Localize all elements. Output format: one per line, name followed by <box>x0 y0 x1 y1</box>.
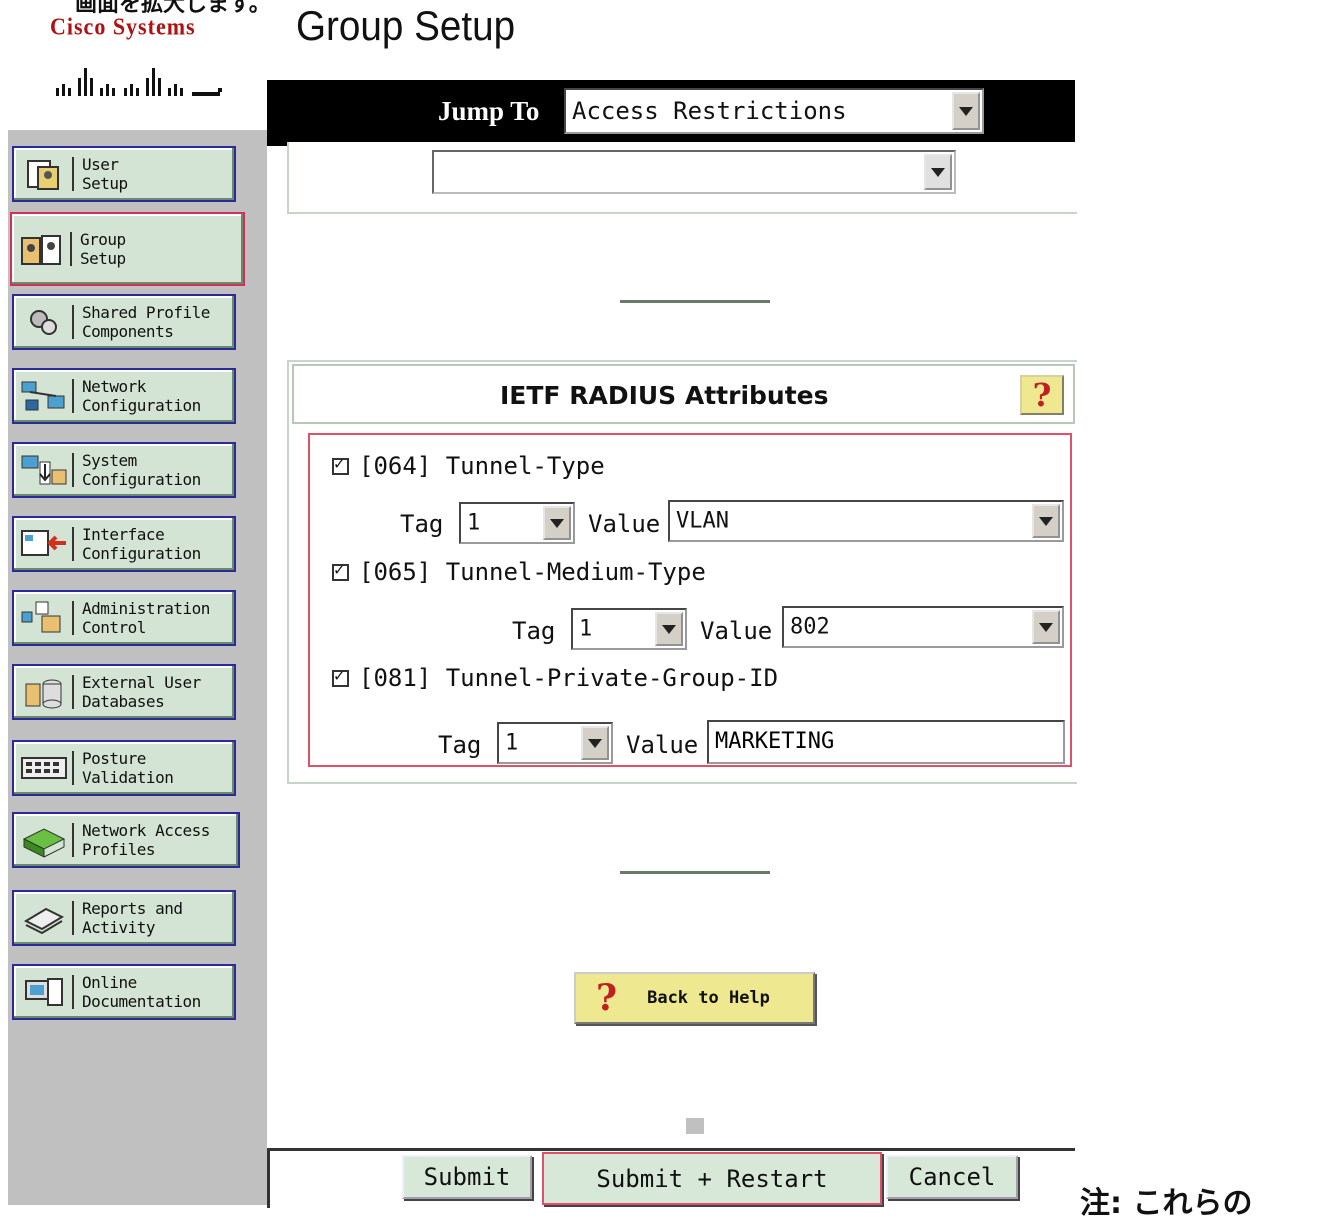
attr-064-tag-label: Tag <box>400 510 444 538</box>
nav-label: Reports and Activity <box>82 899 183 937</box>
system-config-icon <box>20 452 68 488</box>
network-config-icon <box>20 378 68 414</box>
checkbox-checked-icon[interactable] <box>332 666 349 687</box>
attr-064-value-label: Value <box>588 510 661 538</box>
submit-button[interactable]: Submit <box>402 1155 532 1199</box>
documentation-icon <box>20 974 68 1010</box>
jump-to-select[interactable]: Access Restrictions <box>564 88 984 134</box>
nav-label: External User Databases <box>82 673 201 711</box>
attr-081-checkbox[interactable]: [081] Tunnel-Private-Group-ID <box>332 664 778 692</box>
attr-081-tag-label: Tag <box>438 731 482 759</box>
reports-icon <box>20 900 68 936</box>
chevron-down-icon <box>655 612 683 646</box>
ietf-attributes-box <box>308 433 1072 767</box>
nav-label: Group Setup <box>80 230 126 268</box>
nav-label: Administration Control <box>82 599 210 637</box>
attr-065-value-select[interactable]: 802 <box>782 606 1064 648</box>
nav-external-user-databases[interactable]: External User Databases <box>12 664 236 720</box>
submit-restart-button[interactable]: Submit + Restart <box>542 1152 882 1205</box>
cisco-logo-text: Cisco Systems <box>50 12 196 41</box>
nav-label: Online Documentation <box>82 973 201 1011</box>
cisco-logo-icon <box>52 54 222 98</box>
nav-network-access-profiles[interactable]: Network Access Profiles <box>12 812 240 868</box>
attr-064-label: [064] Tunnel-Type <box>359 452 605 480</box>
chevron-down-icon <box>581 726 609 760</box>
user-setup-icon <box>20 156 68 192</box>
nav-system-configuration[interactable]: System Configuration <box>12 442 236 498</box>
attr-081-tag-value: 1 <box>505 730 519 756</box>
attr-064-checkbox[interactable]: [064] Tunnel-Type <box>332 452 605 480</box>
attr-064-tag-value: 1 <box>467 510 481 536</box>
nav-user-setup[interactable]: User Setup <box>12 146 236 202</box>
nav-label: Network Configuration <box>82 377 201 415</box>
jump-to-value: Access Restrictions <box>572 97 847 125</box>
admin-control-icon <box>20 600 68 636</box>
nav-label: System Configuration <box>82 451 201 489</box>
nav-shared-profile-components[interactable]: Shared Profile Components <box>12 294 236 350</box>
network-access-icon <box>20 822 68 858</box>
nav-label: Network Access Profiles <box>82 821 210 859</box>
page-title: Group Setup <box>296 2 516 49</box>
nav-label: User Setup <box>82 155 128 193</box>
gears-icon <box>20 304 68 340</box>
nav-reports-and-activity[interactable]: Reports and Activity <box>12 890 236 946</box>
nav-label: Shared Profile Components <box>82 303 210 341</box>
chevron-down-icon <box>1032 504 1060 538</box>
attr-081-value-input[interactable]: MARKETING <box>707 720 1065 764</box>
checkbox-checked-icon[interactable] <box>332 454 349 475</box>
nav-online-documentation[interactable]: Online Documentation <box>12 964 236 1020</box>
attr-065-tag-value: 1 <box>579 616 593 642</box>
attr-064-value: VLAN <box>676 508 729 534</box>
chevron-down-icon <box>1032 610 1060 644</box>
posture-icon <box>20 750 68 786</box>
attr-081-tag-select[interactable]: 1 <box>497 722 613 764</box>
divider <box>620 871 770 874</box>
chevron-down-icon <box>924 154 952 190</box>
attr-065-tag-label: Tag <box>512 617 556 645</box>
checkbox-checked-icon[interactable] <box>332 560 349 581</box>
divider <box>620 300 770 303</box>
attr-064-value-select[interactable]: VLAN <box>668 500 1064 542</box>
nav-group-setup[interactable]: Group Setup <box>10 212 245 286</box>
help-icon[interactable]: ? <box>1020 375 1064 415</box>
attr-065-checkbox[interactable]: [065] Tunnel-Medium-Type <box>332 558 706 586</box>
jump-to-label: Jump To <box>438 96 540 126</box>
cancel-button[interactable]: Cancel <box>886 1155 1018 1199</box>
attr-065-tag-select[interactable]: 1 <box>571 608 687 650</box>
help-question-icon: ? <box>596 977 618 1019</box>
chevron-down-icon <box>543 506 571 540</box>
nav-interface-configuration[interactable]: Interface Configuration <box>12 516 236 572</box>
attr-081-label: [081] Tunnel-Private-Group-ID <box>359 664 779 692</box>
attr-065-value-label: Value <box>700 617 773 645</box>
attr-081-value-label: Value <box>626 731 699 759</box>
interface-config-icon <box>20 526 68 562</box>
back-to-help-button[interactable]: ? Back to Help <box>574 972 815 1024</box>
back-to-help-label: Back to Help <box>647 988 770 1008</box>
nav-label: Interface Configuration <box>82 525 201 563</box>
attr-065-label: [065] Tunnel-Medium-Type <box>359 558 706 586</box>
group-setup-icon <box>18 231 66 267</box>
nav-label: Posture Validation <box>82 749 174 787</box>
ietf-title: IETF RADIUS Attributes <box>500 381 829 410</box>
note-text: 注: これらの <box>1080 1186 1253 1221</box>
database-icon <box>20 674 68 710</box>
spacer-square <box>686 1118 704 1134</box>
nav-posture-validation[interactable]: Posture Validation <box>12 740 236 796</box>
upper-select[interactable] <box>432 150 956 194</box>
attr-065-value: 802 <box>790 614 830 640</box>
nav-network-configuration[interactable]: Network Configuration <box>12 368 236 424</box>
attr-064-tag-select[interactable]: 1 <box>459 502 575 544</box>
chevron-down-icon <box>952 92 980 130</box>
nav-administration-control[interactable]: Administration Control <box>12 590 236 646</box>
